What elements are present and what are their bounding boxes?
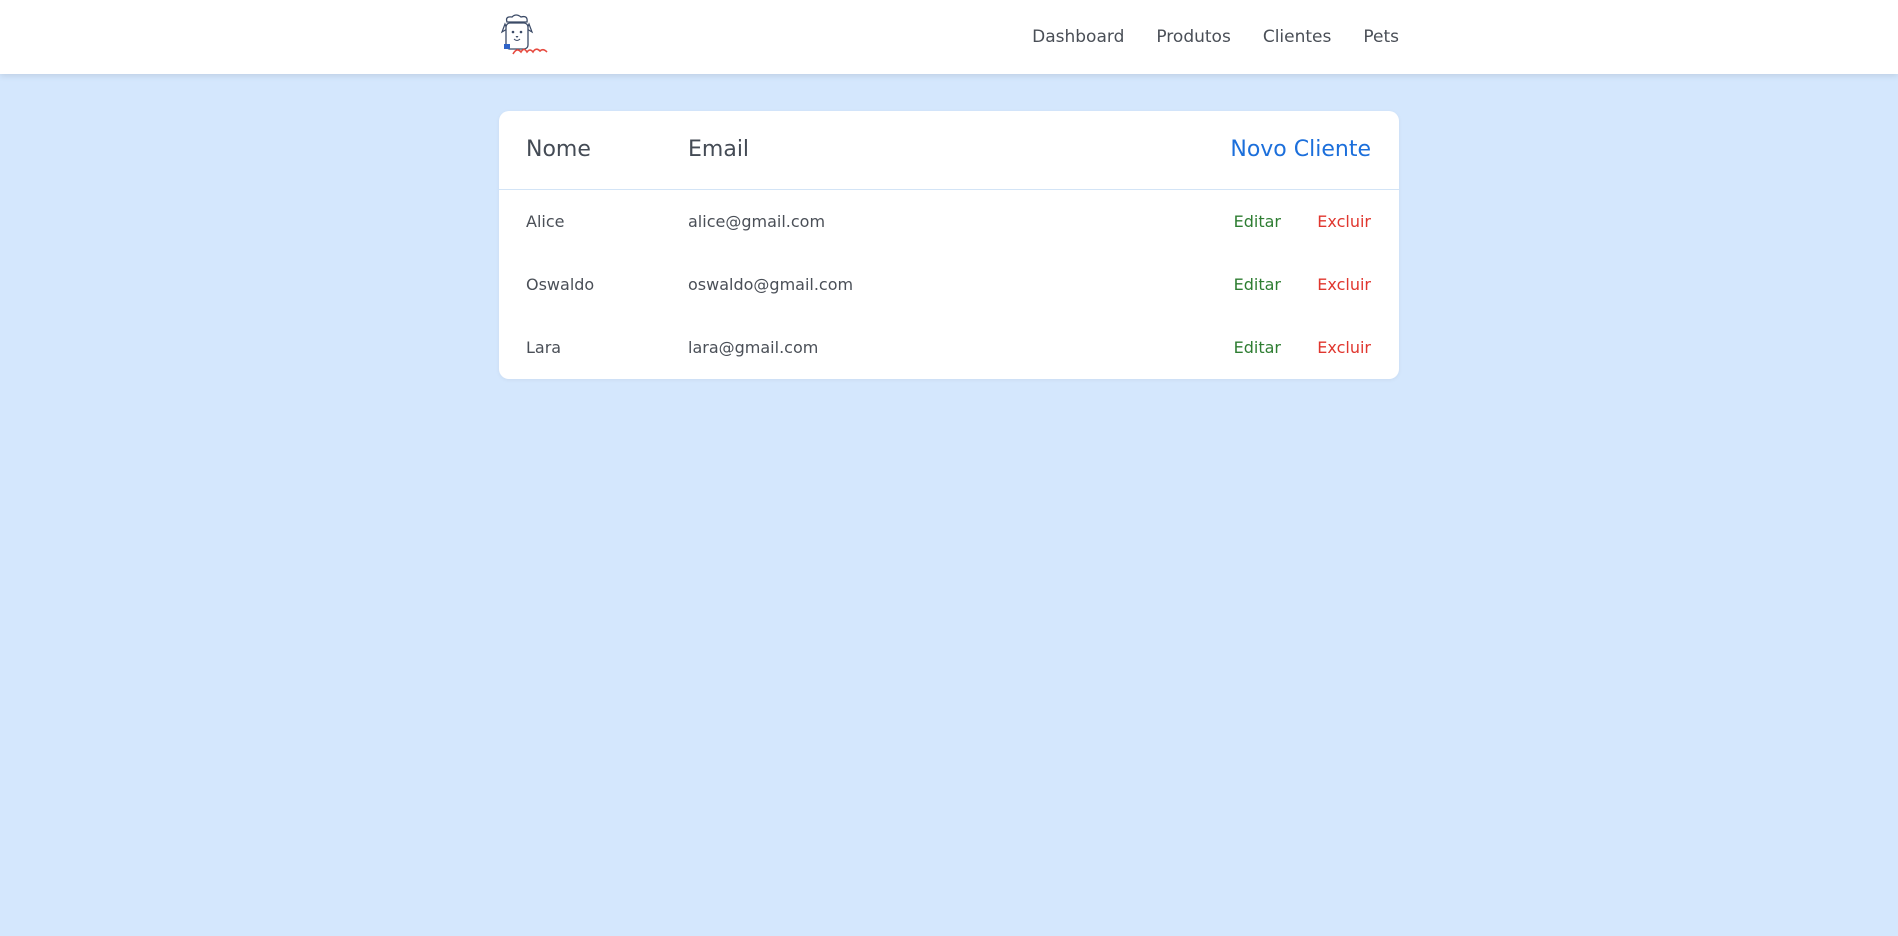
table-header: Nome Email Novo Cliente [499,111,1399,190]
main-nav: Dashboard Produtos Clientes Pets [1000,0,1399,74]
table-row: Alice alice@gmail.com Editar Excluir [499,190,1399,253]
table-row: Oswaldo oswaldo@gmail.com Editar Excluir [499,253,1399,316]
client-email: lara@gmail.com [688,338,819,357]
delete-button[interactable]: Excluir [1317,275,1371,294]
top-navbar: Dashboard Produtos Clientes Pets [0,0,1898,74]
navbar-container: Dashboard Produtos Clientes Pets [499,0,1399,74]
client-name: Oswaldo [526,275,595,294]
delete-button[interactable]: Excluir [1317,212,1371,231]
clients-table-card: Nome Email Novo Cliente Alice alice@gmai… [499,111,1399,379]
nav-link-clientes[interactable]: Clientes [1263,27,1332,47]
column-header-name: Nome [526,137,591,162]
nav-link-pets[interactable]: Pets [1363,27,1399,47]
edit-button[interactable]: Editar [1234,275,1281,294]
edit-button[interactable]: Editar [1234,212,1281,231]
dog-chef-logo-icon[interactable] [499,14,549,58]
new-client-button[interactable]: Novo Cliente [1230,137,1371,162]
client-name: Lara [526,338,562,357]
edit-button[interactable]: Editar [1234,338,1281,357]
client-email: oswaldo@gmail.com [688,275,854,294]
nav-link-dashboard[interactable]: Dashboard [1032,27,1124,47]
delete-button[interactable]: Excluir [1317,338,1371,357]
column-header-email: Email [688,137,750,162]
client-email: alice@gmail.com [688,212,826,231]
client-name: Alice [526,212,565,231]
nav-link-produtos[interactable]: Produtos [1156,27,1230,47]
table-row: Lara lara@gmail.com Editar Excluir [499,316,1399,379]
